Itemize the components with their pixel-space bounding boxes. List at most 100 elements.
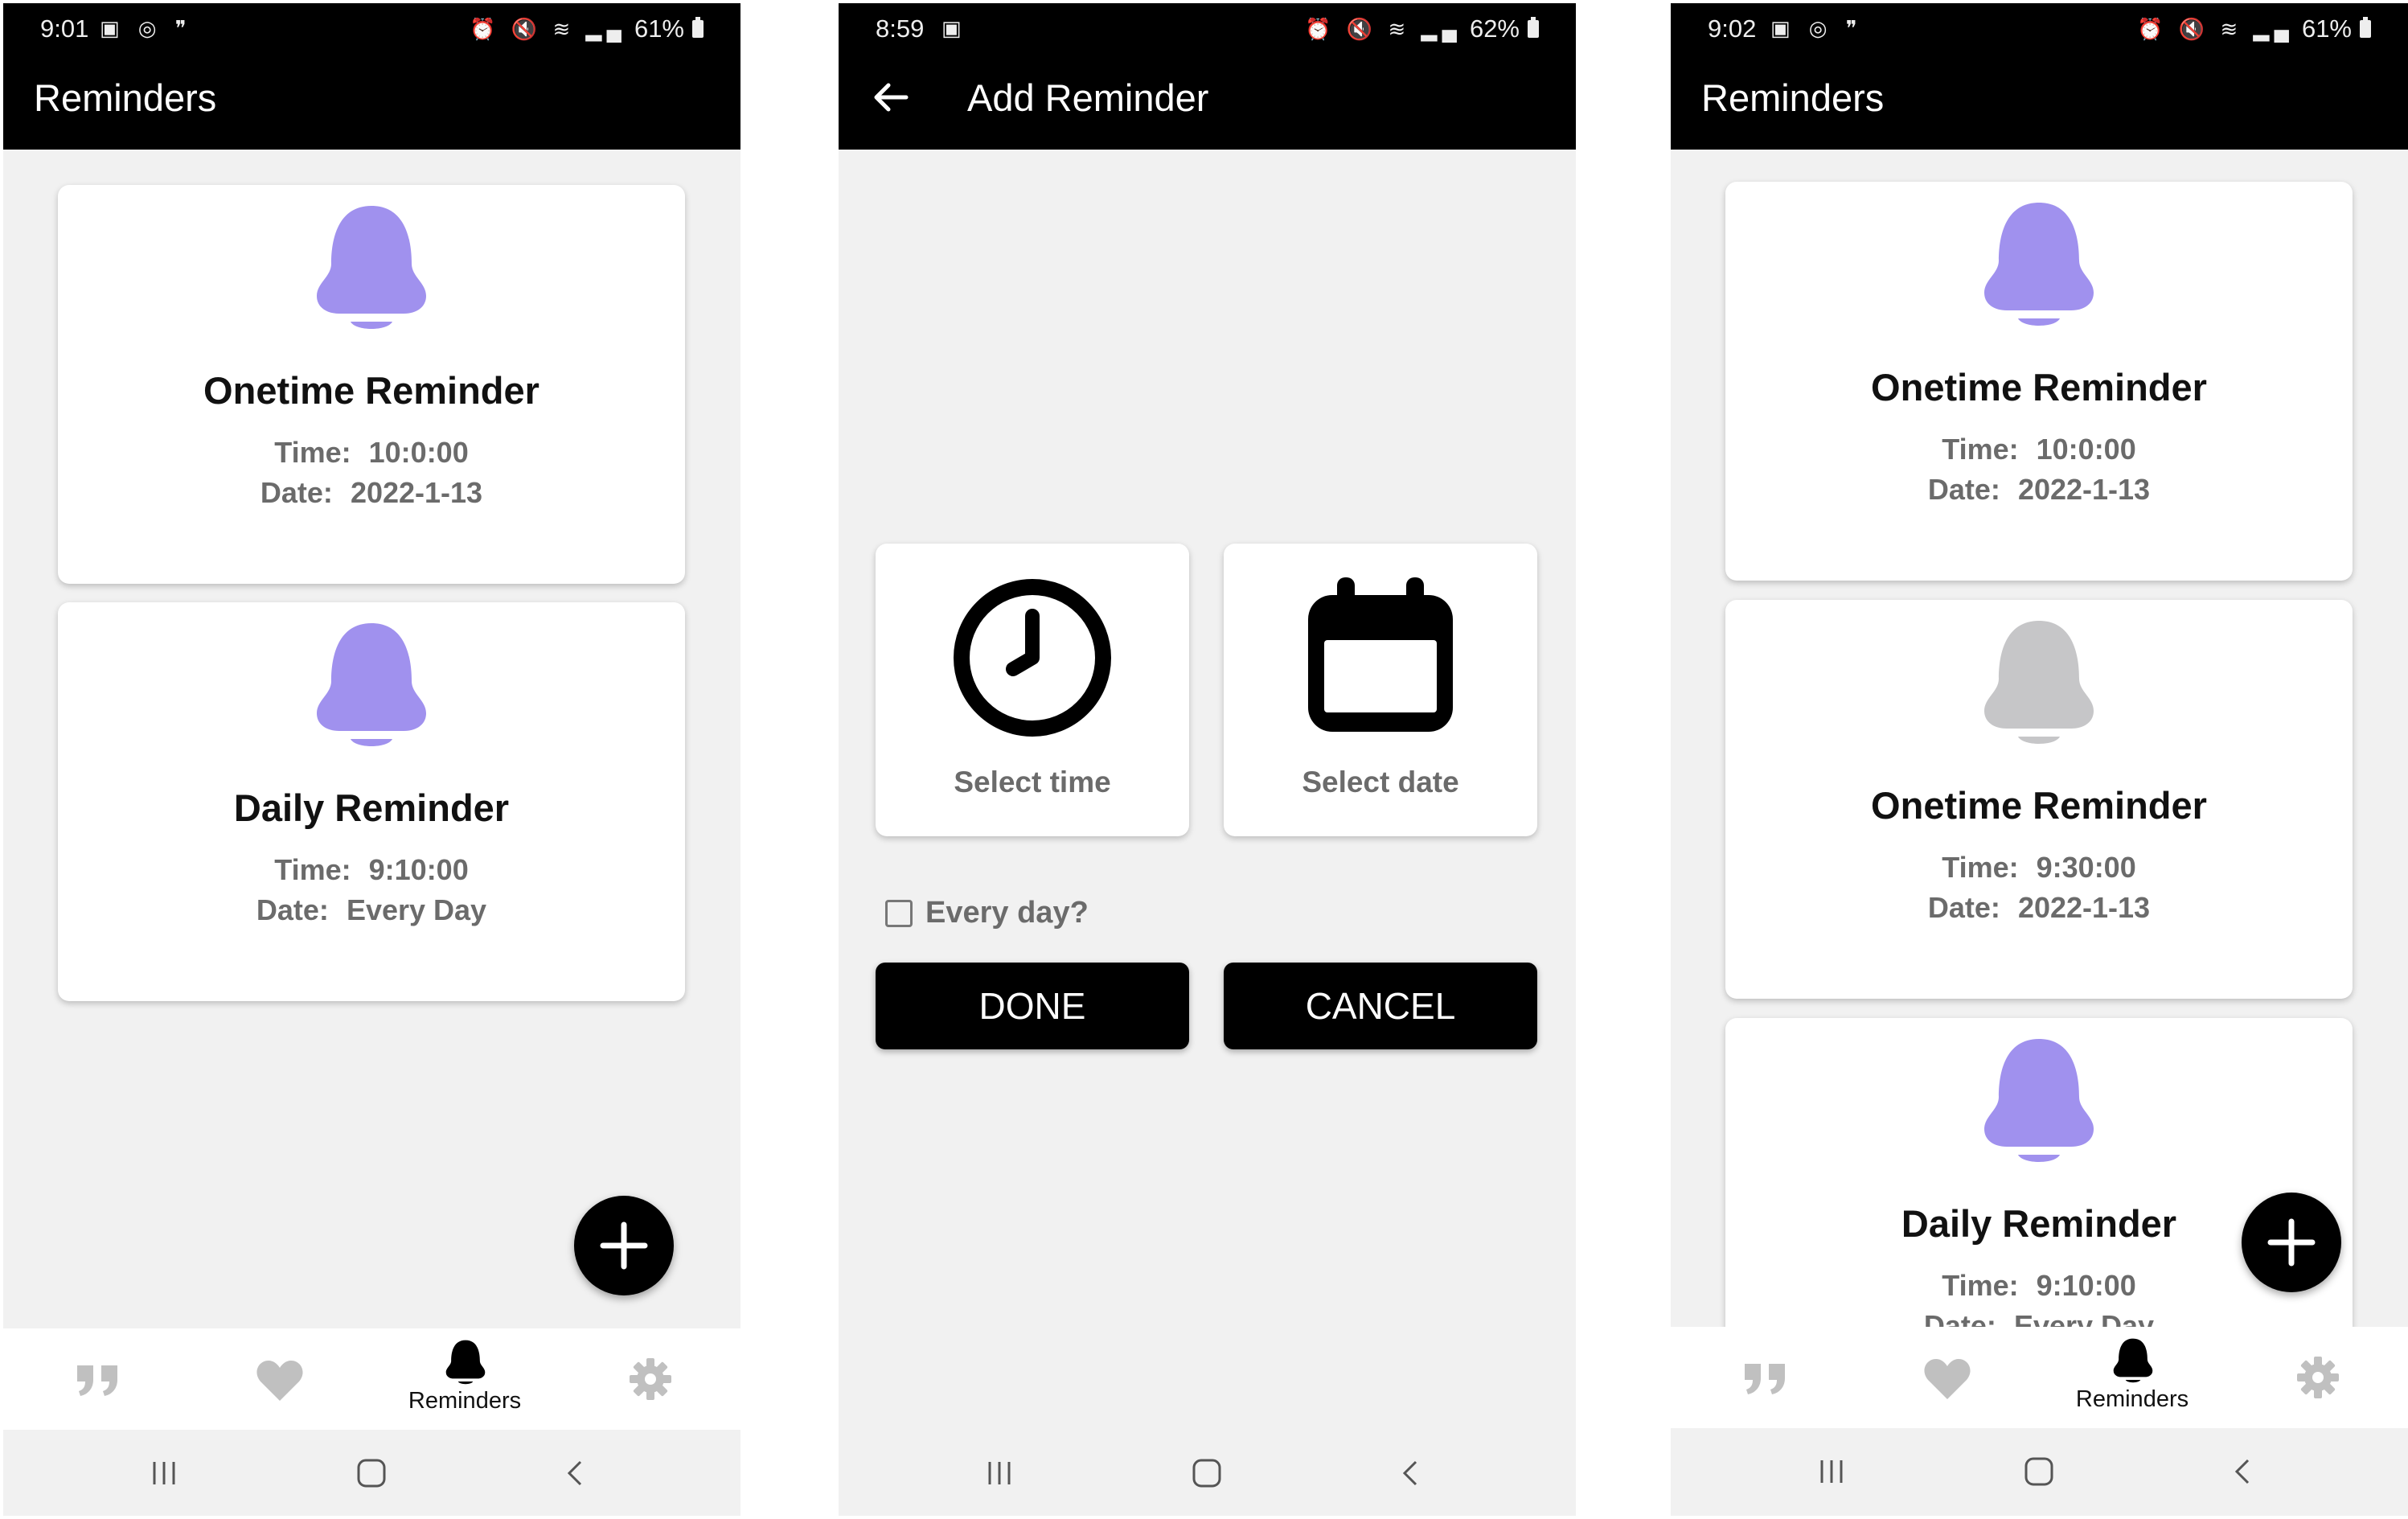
every-day-row: Every day? — [885, 896, 1089, 930]
nav-quotes[interactable] — [51, 1328, 140, 1430]
select-time-button[interactable]: Select time — [876, 544, 1189, 836]
app-bar: Reminders — [3, 53, 740, 150]
battery-icon — [692, 17, 704, 38]
notification-icons: ▣ ◎ ❞ — [100, 16, 193, 40]
quote-icon — [77, 1365, 117, 1396]
every-day-label: Every day? — [925, 896, 1089, 930]
heart-icon — [256, 1361, 303, 1401]
every-day-checkbox[interactable] — [885, 899, 913, 927]
status-bar: 9:01 ▣ ◎ ❞ ⏰ 🔇 ≋ ▂▄ 61% — [3, 3, 740, 53]
back-nav-icon[interactable] — [2230, 1457, 2253, 1486]
back-arrow-icon[interactable] — [871, 77, 911, 117]
cancel-button[interactable]: CANCEL — [1224, 963, 1537, 1049]
plus-icon — [2267, 1218, 2316, 1267]
date-label: Date: — [1927, 473, 2000, 506]
system-navigation-bar — [1671, 1428, 2408, 1514]
card-date-line: Date: 2022-1-13 — [1725, 891, 2353, 925]
home-icon[interactable] — [355, 1459, 388, 1488]
gear-icon — [630, 1358, 671, 1400]
page-title: Add Reminder — [967, 76, 1209, 119]
time-label: Time: — [274, 436, 351, 469]
home-icon[interactable] — [1191, 1459, 1223, 1488]
date-value: 2022-1-13 — [2017, 891, 2151, 924]
clock-icon — [954, 579, 1111, 737]
calendar-icon — [1308, 577, 1453, 732]
add-reminder-button[interactable] — [2242, 1193, 2341, 1292]
recent-apps-icon[interactable] — [985, 1459, 1014, 1488]
select-date-button[interactable]: Select date — [1224, 544, 1537, 836]
bell-icon — [2113, 1338, 2153, 1383]
select-date-label: Select date — [1302, 766, 1459, 799]
time-value: 10:0:00 — [368, 436, 469, 469]
page-title: Reminders — [34, 76, 217, 119]
time-value: 9:30:00 — [2036, 851, 2136, 884]
status-bar: 9:02 ▣ ◎ ❞ ⏰ 🔇 ≋ ▂▄ 61% — [1671, 3, 2408, 53]
nav-favorites[interactable] — [236, 1328, 325, 1430]
time-label: Time: — [274, 853, 351, 886]
purple-bell-icon — [317, 206, 426, 329]
plus-icon — [600, 1221, 648, 1270]
alarm-mute-wifi-signal-icons: ⏰ 🔇 ≋ ▂▄ — [1305, 16, 1462, 41]
date-value: 2022-1-13 — [350, 476, 483, 509]
notification-icons: ▣ — [941, 16, 968, 40]
notification-icons: ▣ ◎ ❞ — [1770, 16, 1864, 40]
bottom-navigation: Reminders — [1671, 1327, 2408, 1428]
gray-bell-icon — [1984, 621, 2094, 744]
nav-reminders[interactable]: Reminders — [2068, 1327, 2197, 1428]
status-right: ⏰ 🔇 ≋ ▂▄ 61% — [470, 14, 704, 43]
status-time: 8:59 — [876, 14, 925, 43]
bottom-navigation: Reminders — [3, 1328, 740, 1430]
status-time: 9:02 — [1708, 14, 1757, 43]
add-reminder-screen: 8:59 ▣ ⏰ 🔇 ≋ ▂▄ 62% Add Reminder Select … — [839, 3, 1576, 1516]
status-bar: 8:59 ▣ ⏰ 🔇 ≋ ▂▄ 62% — [839, 3, 1576, 53]
purple-bell-icon — [1984, 1039, 2094, 1162]
date-label: Date: — [260, 476, 333, 509]
card-title: Onetime Reminder — [203, 369, 539, 412]
quote-icon — [1745, 1364, 1785, 1394]
card-time-line: Time: 9:30:00 — [1725, 851, 2353, 885]
reminders-screen: 9:02 ▣ ◎ ❞ ⏰ 🔇 ≋ ▂▄ 61% Reminders Onetim… — [1671, 3, 2408, 1516]
back-nav-icon[interactable] — [1398, 1459, 1421, 1488]
battery-icon — [2360, 17, 2371, 38]
select-time-label: Select time — [954, 766, 1111, 799]
bell-icon — [445, 1340, 486, 1385]
nav-quotes[interactable] — [1719, 1327, 1807, 1428]
reminder-card[interactable]: Onetime Reminder Time: 9:30:00 Date: 2022-… — [1725, 600, 2353, 999]
gear-icon — [2297, 1357, 2339, 1398]
page-title: Reminders — [1701, 76, 1885, 119]
date-label: Date: — [1927, 891, 2000, 924]
card-time-line: Time: 9:10:00 — [58, 853, 685, 887]
battery-icon — [1528, 17, 1539, 38]
system-navigation-bar — [839, 1430, 1576, 1516]
nav-settings[interactable] — [2274, 1327, 2362, 1428]
nav-favorites[interactable] — [1904, 1327, 1992, 1428]
card-date-line: Date: Every Day — [58, 893, 685, 927]
time-label: Time: — [1942, 1269, 2019, 1302]
status-time: 9:01 — [40, 14, 89, 43]
reminder-card[interactable]: Onetime Reminder Time: 10:0:00 Date: 2022-… — [58, 185, 685, 584]
heart-icon — [1924, 1359, 1971, 1399]
card-title: Daily Reminder — [233, 786, 510, 829]
system-navigation-bar — [3, 1430, 740, 1516]
nav-label: Reminders — [2075, 1386, 2189, 1412]
battery-percent: 61% — [634, 14, 684, 43]
time-value: 9:10:00 — [368, 853, 469, 886]
time-label: Time: — [1942, 851, 2019, 884]
battery-percent: 61% — [2301, 14, 2352, 43]
back-nav-icon[interactable] — [563, 1459, 585, 1488]
nav-reminders[interactable]: Reminders — [400, 1328, 529, 1430]
home-icon[interactable] — [2023, 1457, 2055, 1486]
alarm-mute-wifi-signal-icons: ⏰ 🔇 ≋ ▂▄ — [2137, 16, 2294, 41]
recent-apps-icon[interactable] — [1817, 1457, 1846, 1486]
nav-settings[interactable] — [606, 1328, 695, 1430]
add-reminder-button[interactable] — [574, 1196, 674, 1295]
done-button[interactable]: DONE — [876, 963, 1189, 1049]
status-right: ⏰ 🔇 ≋ ▂▄ 62% — [1305, 14, 1539, 43]
card-time-line: Time: 10:0:00 — [1725, 433, 2353, 466]
battery-percent: 62% — [1469, 14, 1520, 43]
reminder-card[interactable]: Daily Reminder Time: 9:10:00 Date: Every D… — [58, 602, 685, 1001]
time-label: Time: — [1942, 433, 2019, 466]
reminder-card[interactable]: Onetime Reminder Time: 10:0:00 Date: 2022-… — [1725, 182, 2353, 581]
reminders-screen: 9:01 ▣ ◎ ❞ ⏰ 🔇 ≋ ▂▄ 61% Reminders Onetim… — [3, 3, 740, 1516]
recent-apps-icon[interactable] — [150, 1459, 178, 1488]
